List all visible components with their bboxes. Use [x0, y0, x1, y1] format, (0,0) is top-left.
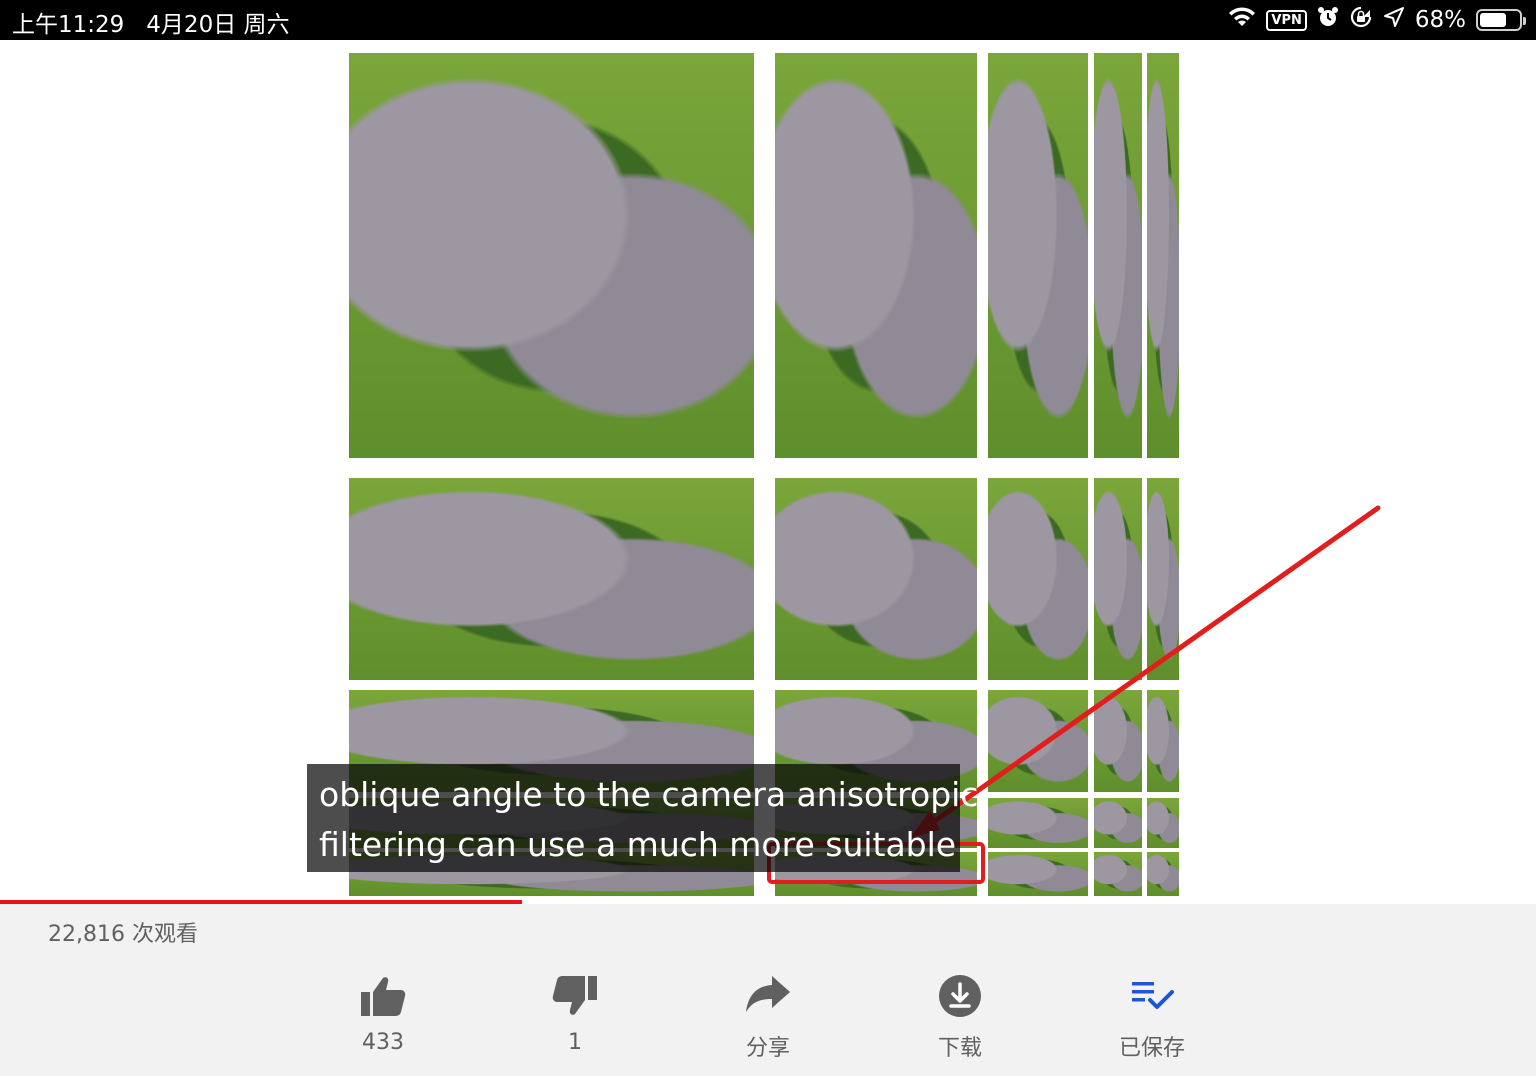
saved-label: 已保存: [1118, 1036, 1185, 1061]
save-to-playlist-button[interactable]: 已保存: [1092, 974, 1212, 1062]
share-button[interactable]: 分享: [708, 974, 828, 1062]
battery-percent: 68%: [1414, 7, 1466, 33]
battery-tip: [1523, 17, 1526, 25]
status-right: VPN 68%: [1228, 5, 1526, 35]
download-button[interactable]: 下载: [900, 974, 1020, 1062]
view-count: 22,816 次观看: [48, 922, 198, 947]
dislike-button[interactable]: 1: [515, 974, 635, 1055]
download-label: 下载: [937, 1036, 982, 1061]
video-info-panel: 22,816 次观看 433 1 分享 下载 已保存: [0, 904, 1536, 1076]
status-left: 上午11:29 4月20日 周六: [12, 5, 290, 39]
dislike-count: 1: [568, 1030, 582, 1055]
share-label: 分享: [745, 1036, 790, 1061]
battery-fill: [1480, 13, 1506, 27]
vpn-badge: VPN: [1266, 9, 1307, 31]
status-date: 4月20日 周六: [146, 12, 290, 38]
video-player[interactable]: oblique angle to the camera anisotropic …: [0, 40, 1536, 904]
thumbs-down-icon: [515, 974, 635, 1022]
alarm-icon: [1317, 6, 1339, 34]
caption-line: oblique angle to the camera anisotropic: [319, 775, 979, 814]
location-icon: [1383, 6, 1405, 34]
status-bar: 上午11:29 4月20日 周六 VPN 68%: [0, 0, 1536, 40]
like-button[interactable]: 433: [323, 974, 443, 1055]
rotation-lock-icon: [1349, 5, 1373, 35]
battery-icon: [1476, 9, 1526, 31]
playlist-added-icon: [1092, 974, 1212, 1022]
closed-caption: oblique angle to the camera anisotropic …: [307, 764, 979, 872]
status-time: 上午11:29: [12, 12, 125, 38]
share-arrow-icon: [708, 974, 828, 1022]
download-icon: [900, 974, 1020, 1022]
wifi-icon: [1228, 6, 1256, 34]
like-count: 433: [362, 1030, 404, 1055]
thumbs-up-icon: [323, 974, 443, 1022]
caption-line: filtering can use a much more suitable: [319, 825, 957, 864]
